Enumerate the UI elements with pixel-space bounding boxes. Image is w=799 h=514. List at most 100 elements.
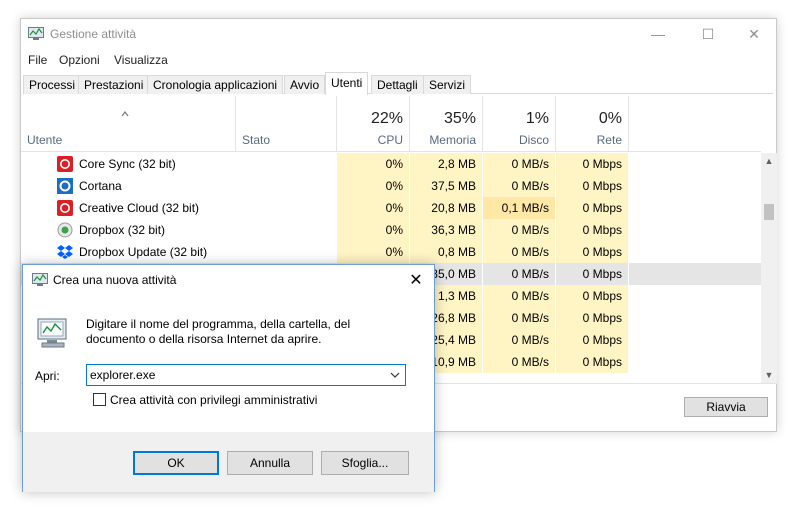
tab-performance[interactable]: Prestazioni bbox=[78, 75, 150, 94]
tab-users[interactable]: Utenti bbox=[325, 72, 369, 95]
close-button[interactable]: ✕ bbox=[731, 19, 777, 49]
open-combobox[interactable] bbox=[86, 364, 406, 386]
cpu-cell: 0% bbox=[337, 197, 410, 219]
network-cell: 0 Mbps bbox=[556, 307, 629, 329]
column-header-user[interactable]: Utente bbox=[21, 96, 236, 151]
scroll-down-icon[interactable]: ▼ bbox=[761, 367, 777, 383]
tab-details[interactable]: Dettagli bbox=[371, 75, 424, 94]
header-divider bbox=[21, 151, 761, 152]
disk-total: 1% bbox=[525, 110, 549, 127]
column-header-status[interactable]: Stato bbox=[236, 96, 337, 151]
network-cell: 0 Mbps bbox=[556, 175, 629, 197]
disk-cell: 0 MB/s bbox=[483, 329, 556, 351]
menu-file[interactable]: File bbox=[28, 53, 47, 67]
adobe-cc-icon bbox=[57, 200, 73, 216]
tab-strip: Processi Prestazioni Cronologia applicaz… bbox=[23, 72, 773, 95]
cpu-cell: 0% bbox=[337, 219, 410, 241]
memory-cell: 2,8 MB bbox=[410, 153, 483, 175]
chevron-down-icon[interactable] bbox=[385, 365, 405, 385]
memory-label: Memoria bbox=[429, 133, 476, 147]
network-cell: 0 Mbps bbox=[556, 263, 629, 285]
network-cell: 0 Mbps bbox=[556, 351, 629, 373]
process-name: Cortana bbox=[79, 179, 122, 193]
cpu-cell: 0% bbox=[337, 153, 410, 175]
dialog-description-line1: Digitare il nome del programma, della ca… bbox=[86, 317, 351, 331]
tab-startup[interactable]: Avvio bbox=[284, 75, 326, 94]
cpu-total: 22% bbox=[370, 110, 403, 127]
run-program-icon bbox=[37, 318, 67, 348]
open-label: Apri: bbox=[35, 369, 60, 383]
admin-privileges-checkbox[interactable] bbox=[93, 393, 106, 406]
column-header-cpu[interactable]: 22% CPU bbox=[337, 96, 410, 151]
scrollbar-thumb[interactable] bbox=[764, 204, 774, 220]
open-input[interactable] bbox=[87, 365, 383, 385]
title-bar[interactable]: Gestione attività — ☐ ✕ bbox=[21, 19, 776, 49]
scroll-up-icon[interactable]: ▲ bbox=[761, 153, 777, 169]
dialog-title-bar[interactable]: Crea una nuova attività ✕ bbox=[23, 265, 434, 295]
vertical-scrollbar[interactable]: ▲ ▼ bbox=[761, 153, 777, 383]
network-cell: 0 Mbps bbox=[556, 329, 629, 351]
table-row[interactable]: Cortana 0% 37,5 MB 0 MB/s 0 Mbps bbox=[21, 175, 761, 197]
disk-cell: 0 MB/s bbox=[483, 351, 556, 373]
disk-cell: 0 MB/s bbox=[483, 263, 556, 285]
column-header-disk[interactable]: 1% Disco bbox=[483, 96, 556, 151]
ok-button[interactable]: OK bbox=[133, 451, 219, 475]
network-total: 0% bbox=[598, 110, 622, 127]
memory-cell: 36,3 MB bbox=[410, 219, 483, 241]
task-manager-app-icon bbox=[28, 27, 44, 40]
table-row[interactable]: Core Sync (32 bit) 0% 2,8 MB 0 MB/s 0 Mb… bbox=[21, 153, 761, 175]
dialog-close-button[interactable]: ✕ bbox=[398, 265, 434, 295]
process-name: Creative Cloud (32 bit) bbox=[79, 201, 200, 215]
dialog-title: Crea una nuova attività bbox=[53, 273, 177, 287]
table-row[interactable]: Dropbox (32 bit) 0% 36,3 MB 0 MB/s 0 Mbp… bbox=[21, 219, 761, 241]
disk-cell: 0 MB/s bbox=[483, 153, 556, 175]
cancel-button[interactable]: Annulla bbox=[227, 451, 313, 475]
cortana-icon bbox=[57, 178, 73, 194]
disk-cell: 0 MB/s bbox=[483, 241, 556, 263]
dropbox-sync-icon bbox=[57, 222, 73, 238]
process-name: Dropbox (32 bit) bbox=[79, 223, 166, 237]
tab-processes[interactable]: Processi bbox=[23, 75, 82, 94]
network-label: Rete bbox=[596, 133, 622, 147]
memory-total: 35% bbox=[443, 110, 476, 127]
window-title: Gestione attività bbox=[50, 27, 137, 41]
task-manager-app-icon bbox=[32, 273, 48, 286]
disk-cell: 0 MB/s bbox=[483, 307, 556, 329]
column-header-network[interactable]: 0% Rete bbox=[556, 96, 629, 151]
disk-label: Disco bbox=[518, 133, 549, 147]
cpu-cell: 0% bbox=[337, 175, 410, 197]
memory-cell: 37,5 MB bbox=[410, 175, 483, 197]
browse-button[interactable]: Sfoglia... bbox=[321, 451, 409, 475]
restart-button[interactable]: Riavvia bbox=[684, 397, 768, 417]
tab-services[interactable]: Servizi bbox=[423, 75, 472, 94]
process-name: Core Sync (32 bit) bbox=[79, 157, 176, 171]
cpu-cell: 0% bbox=[337, 241, 410, 263]
create-new-task-dialog: Crea una nuova attività ✕ Digitare il no… bbox=[22, 264, 435, 492]
memory-cell: 20,8 MB bbox=[410, 197, 483, 219]
network-cell: 0 Mbps bbox=[556, 197, 629, 219]
minimize-button[interactable]: — bbox=[635, 19, 681, 49]
network-cell: 0 Mbps bbox=[556, 219, 629, 241]
column-user-label: Utente bbox=[27, 133, 63, 147]
table-row[interactable]: Dropbox Update (32 bit) 0% 0,8 MB 0 MB/s… bbox=[21, 241, 761, 263]
table-row[interactable]: Creative Cloud (32 bit) 0% 20,8 MB 0,1 M… bbox=[21, 197, 761, 219]
network-cell: 0 Mbps bbox=[556, 153, 629, 175]
admin-privileges-label: Crea attività con privilegi amministrati… bbox=[110, 393, 318, 407]
memory-cell: 0,8 MB bbox=[410, 241, 483, 263]
network-cell: 0 Mbps bbox=[556, 285, 629, 307]
menu-options[interactable]: Opzioni bbox=[59, 53, 100, 67]
tab-app-history[interactable]: Cronologia applicazioni bbox=[147, 75, 284, 94]
column-status-label: Stato bbox=[242, 133, 271, 147]
network-cell: 0 Mbps bbox=[556, 241, 629, 263]
disk-cell: 0 MB/s bbox=[483, 175, 556, 197]
maximize-button[interactable]: ☐ bbox=[685, 19, 731, 49]
dropbox-icon bbox=[57, 245, 73, 259]
column-header-memory[interactable]: 35% Memoria bbox=[410, 96, 483, 151]
sort-up-icon bbox=[121, 111, 129, 117]
disk-cell: 0 MB/s bbox=[483, 219, 556, 241]
dialog-description-line2: documento o della risorsa Internet da ap… bbox=[86, 332, 322, 346]
cpu-label: CPU bbox=[377, 133, 403, 147]
adobe-cc-icon bbox=[57, 156, 73, 172]
menu-view[interactable]: Visualizza bbox=[114, 53, 168, 67]
process-name: Dropbox Update (32 bit) bbox=[79, 245, 208, 259]
